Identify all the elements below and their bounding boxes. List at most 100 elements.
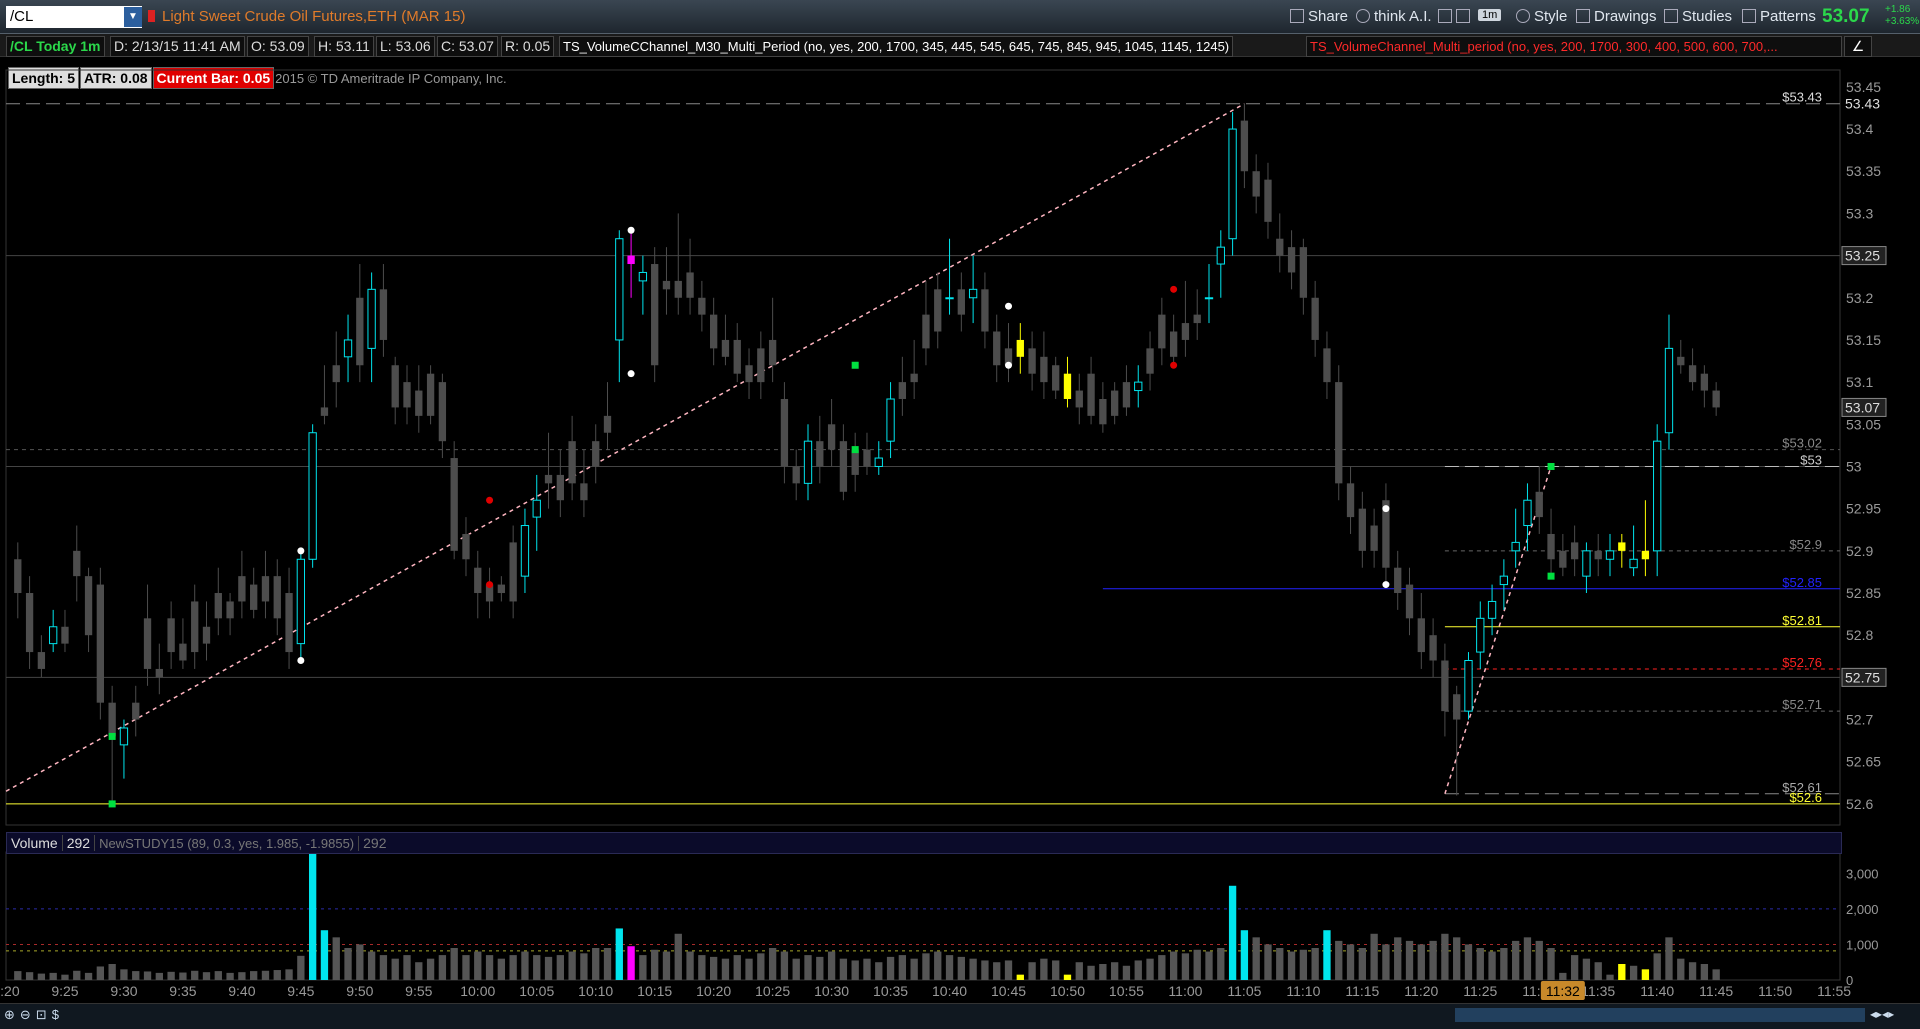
x-tick-label: 10:15 — [637, 983, 672, 999]
patterns-button[interactable]: Patterns — [1742, 8, 1816, 25]
style-button[interactable]: Style — [1516, 8, 1567, 25]
zoom-out-icon[interactable]: ⊖ — [20, 1007, 36, 1022]
volume-bar — [167, 971, 175, 980]
x-tick-label: 11:35 — [1581, 983, 1615, 999]
candle-body — [1016, 339, 1024, 357]
volume-bar — [37, 973, 46, 980]
candle-body — [1618, 542, 1626, 551]
y-tick-label: 53.3 — [1846, 205, 1873, 221]
candle-body — [1099, 398, 1107, 425]
volume-bar — [1063, 974, 1072, 980]
candle-body — [167, 618, 175, 653]
newstudy-label[interactable]: NewSTUDY15 (89, 0.3, yes, 1.985, -1.9855… — [95, 836, 360, 851]
volume-bar — [627, 946, 635, 980]
volume-bar — [120, 969, 128, 980]
price-volume-chart[interactable]: 53.45 53.4 53.35 53.3 53.25 53.2 53.15 53.1 53.0… — [0, 57, 1920, 1003]
candle-body — [768, 339, 777, 366]
candle-body — [1240, 120, 1249, 172]
signal-marker — [297, 547, 305, 555]
candle-body — [426, 373, 435, 416]
candle-body — [1052, 365, 1060, 391]
fit-icon[interactable]: ⊡ — [36, 1007, 52, 1022]
x-tick-label: 9:35 — [169, 983, 196, 999]
volume-bar — [886, 956, 895, 980]
drawings-button[interactable]: Drawings — [1576, 8, 1657, 25]
share-label: Share — [1308, 8, 1349, 25]
volume-bar — [1512, 940, 1520, 980]
candle-body — [1370, 525, 1378, 551]
level-label: $52.9 — [1789, 537, 1822, 552]
newstudy-value: 292 — [363, 835, 387, 851]
flag-icon[interactable] — [148, 10, 155, 22]
volume-bar — [450, 948, 458, 980]
candle-body — [945, 297, 954, 300]
studies-button[interactable]: Studies — [1664, 8, 1732, 25]
volume-bar — [839, 958, 848, 980]
signal-marker — [486, 496, 494, 504]
volume-bar — [1217, 948, 1225, 980]
candle-body — [1311, 297, 1319, 340]
volume-bar — [426, 958, 435, 980]
dollar-icon[interactable]: $ — [52, 1007, 64, 1022]
volume-bar — [1382, 944, 1390, 980]
timeline-scrollbar[interactable] — [1455, 1008, 1865, 1022]
x-tick-label: 9:40 — [228, 983, 255, 999]
y-tick-label: 53 — [1846, 458, 1862, 474]
study-label-volume-cchannel[interactable]: TS_VolumeCChannel_M30_Multi_Period (no, … — [559, 36, 1234, 57]
signal-marker — [1005, 361, 1013, 369]
level-label: $52.81 — [1782, 613, 1822, 628]
volume-bar — [497, 958, 506, 980]
candle-body — [816, 441, 824, 467]
scroll-arrows-icon[interactable]: ◂▸◂▸ — [1870, 1007, 1894, 1021]
drawing-tool-icon[interactable]: ∠ — [1844, 36, 1872, 57]
candle-body — [391, 365, 399, 408]
volume-bar — [981, 960, 989, 980]
chart-name[interactable]: /CL Today 1m — [6, 36, 105, 57]
candle-body — [1394, 567, 1402, 594]
volume-bar — [1016, 974, 1024, 980]
pencil-icon — [1456, 9, 1470, 23]
volume-bar — [1110, 962, 1119, 980]
share-button[interactable]: Share — [1290, 8, 1348, 25]
volume-bar — [1606, 974, 1614, 980]
volume-bar — [698, 955, 706, 980]
timeframe-button[interactable]: 1m — [1478, 9, 1502, 21]
think-ai-button[interactable]: think A.I. — [1356, 8, 1432, 25]
candle-body — [1570, 542, 1579, 560]
signal-marker — [1547, 462, 1555, 470]
price-panel-frame — [5, 69, 1841, 826]
symbol-dropdown-chevron-down-icon[interactable]: ▼ — [124, 7, 142, 27]
candle-body — [721, 339, 730, 357]
y-tick-label: 52.6 — [1846, 796, 1873, 812]
candle-body — [474, 567, 482, 594]
candle-body — [438, 382, 447, 442]
ai-icon — [1356, 9, 1370, 23]
top-toolbar: /CL ▼ Light Sweet Crude Oil Futures,ETH … — [0, 0, 1920, 34]
change-abs: +1.86 — [1885, 4, 1911, 15]
y-tick-label: 53.15 — [1846, 332, 1881, 348]
candle-body — [1299, 247, 1308, 298]
symbol-input[interactable]: /CL — [6, 6, 142, 28]
volume-bar — [250, 971, 258, 980]
signal-marker — [1547, 572, 1555, 580]
tools-button[interactable] — [1438, 8, 1474, 25]
x-tick-label: 10:10 — [578, 983, 613, 999]
volume-bar — [533, 955, 541, 980]
candle-body — [202, 626, 211, 644]
signal-marker — [108, 732, 116, 740]
x-tick-label: 10:20 — [696, 983, 731, 999]
volume-y-tick-label: 1,000 — [1846, 937, 1879, 952]
volume-bar — [379, 955, 388, 980]
candle-body — [49, 626, 58, 645]
level-label: $52.6 — [1789, 790, 1822, 805]
zoom-in-icon[interactable]: ⊕ — [4, 1007, 20, 1022]
studies-label: Studies — [1682, 8, 1733, 25]
candle-body — [592, 441, 600, 467]
candle-body — [1629, 558, 1638, 569]
bar-high: H: 53.11 — [314, 36, 374, 57]
volume-bar — [945, 955, 954, 980]
volume-bar — [273, 970, 281, 980]
candle-body — [745, 365, 753, 383]
candle-body — [14, 559, 22, 594]
study-label-volume-channel[interactable]: TS_VolumeChannel_Multi_period (no, yes, … — [1306, 36, 1842, 57]
